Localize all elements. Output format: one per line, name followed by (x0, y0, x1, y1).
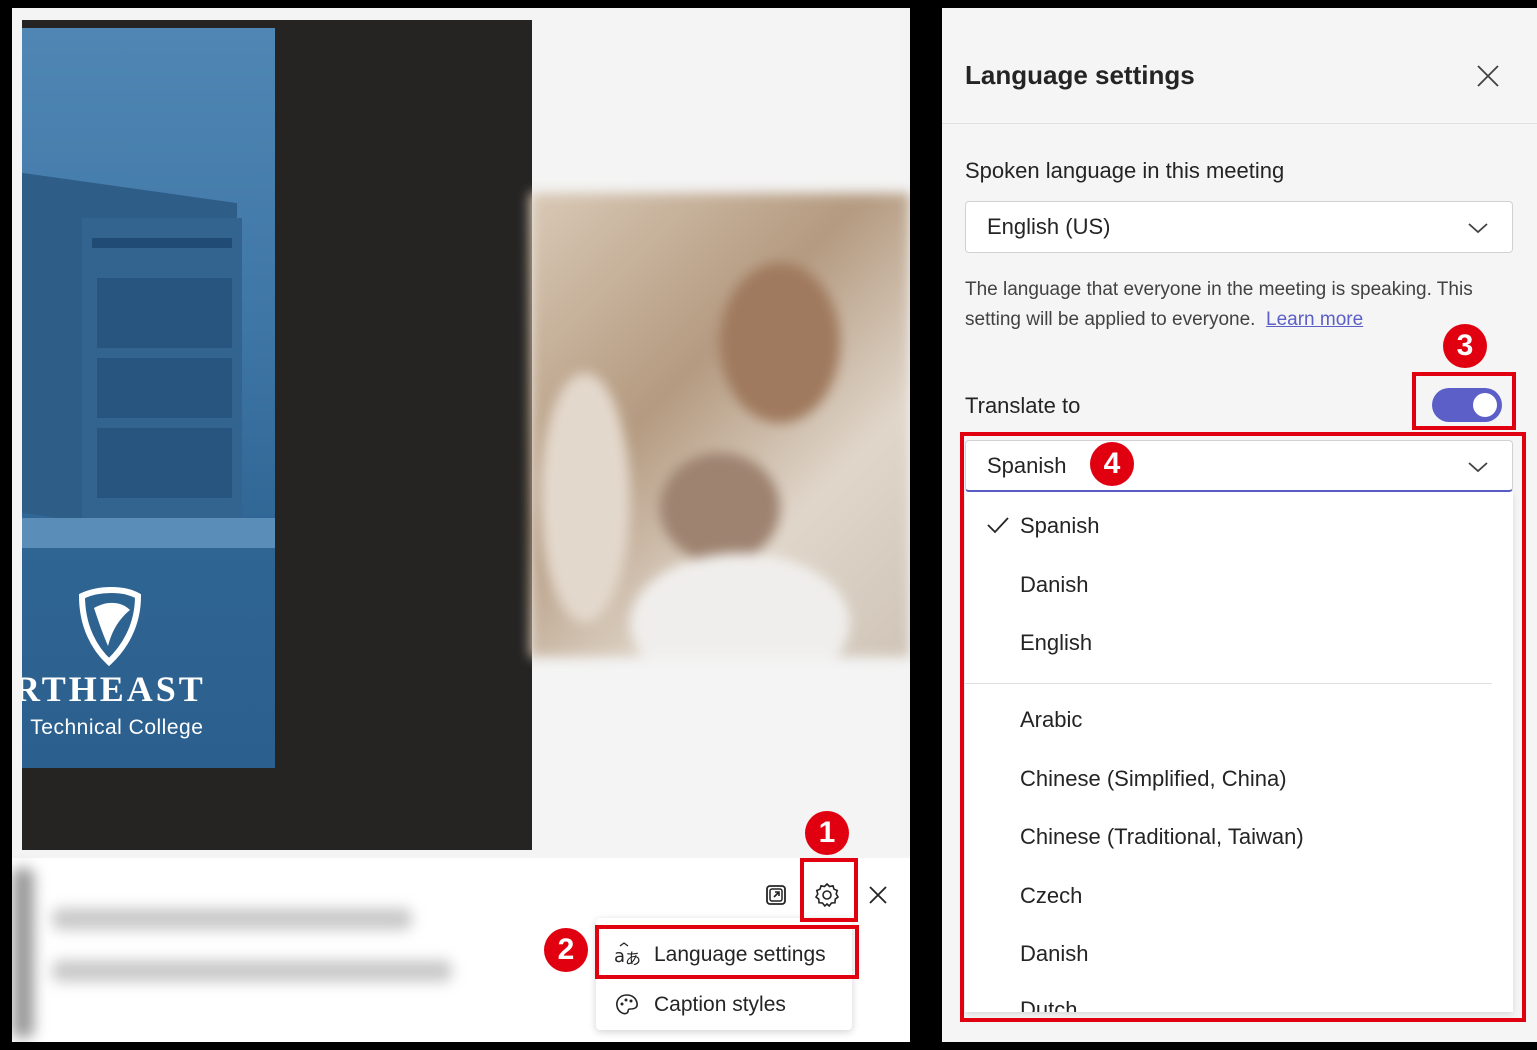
meeting-stage: RTHEAST I Technical College (12, 8, 910, 1042)
spoken-language-description: The language that everyone in the meetin… (965, 275, 1525, 335)
close-icon (1477, 65, 1499, 87)
participant-video-blurred (530, 193, 910, 657)
menu-item-label: Caption styles (654, 993, 786, 1016)
step-badge-2: 2 (544, 928, 588, 972)
popout-button[interactable] (756, 875, 796, 915)
panel-title: Language settings (965, 60, 1195, 90)
menu-item-caption-styles[interactable]: Caption styles (596, 980, 852, 1030)
spoken-language-label: Spoken language in this meeting (965, 158, 1285, 183)
shared-screen: RTHEAST I Technical College (22, 20, 532, 850)
highlight-language-settings (595, 925, 859, 979)
blur-blob (540, 373, 630, 623)
palette-icon (596, 992, 654, 1018)
shield-logo-icon (78, 587, 142, 666)
chevron-down-icon (1468, 223, 1488, 234)
blurred-avatar (12, 868, 34, 1038)
slide-subtitle: I Technical College (22, 716, 204, 739)
blur-blob (720, 263, 840, 423)
blur-blob (660, 453, 780, 563)
highlight-translate-toggle (1412, 372, 1516, 430)
building-window-block (97, 278, 232, 348)
highlight-translate-dropdown (960, 432, 1526, 1022)
popout-icon (766, 885, 786, 905)
panel-close-button[interactable] (1470, 58, 1506, 94)
building-window-row (92, 238, 232, 248)
description-text: The language that everyone in the meetin… (965, 279, 1473, 330)
ground-strip (22, 518, 275, 548)
spoken-language-dropdown[interactable]: English (US) (965, 201, 1513, 253)
blurred-caption-line (52, 908, 412, 930)
close-icon (869, 886, 887, 904)
step-badge-1: 1 (805, 811, 849, 855)
blur-blob (630, 553, 850, 657)
learn-more-link[interactable]: Learn more (1266, 309, 1363, 330)
building-window-block (97, 428, 232, 498)
spoken-language-value: English (US) (987, 214, 1111, 239)
blurred-caption-line (52, 960, 452, 982)
college-slide: RTHEAST I Technical College (22, 28, 275, 768)
step-badge-3: 3 (1443, 324, 1487, 368)
caption-close-button[interactable] (858, 875, 898, 915)
translate-to-label: Translate to (965, 393, 1081, 418)
panel-divider (942, 123, 1537, 124)
highlight-settings-button (800, 858, 858, 922)
slide-title: RTHEAST (22, 669, 206, 709)
building-window-block (97, 358, 232, 418)
step-badge-4: 4 (1090, 442, 1134, 486)
